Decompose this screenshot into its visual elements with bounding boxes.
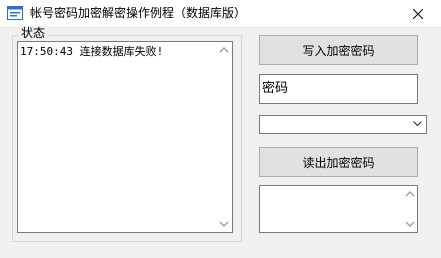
password-dropdown[interactable] <box>259 115 427 134</box>
log-line: 17:50:43 连接数据库失败! <box>20 45 164 58</box>
chevron-down-icon[interactable] <box>413 121 422 127</box>
chevron-up-icon[interactable] <box>219 46 229 54</box>
password-input[interactable]: 密码 <box>259 74 418 104</box>
close-icon <box>413 8 423 19</box>
status-log[interactable]: 17:50:43 连接数据库失败! <box>17 41 233 233</box>
status-group-label: 状态 <box>18 26 49 40</box>
title-bar[interactable]: 帐号密码加密解密操作例程（数据库版） <box>0 0 441 28</box>
log-scrollbar[interactable] <box>216 42 232 232</box>
decrypted-output[interactable] <box>259 185 418 233</box>
app-window-icon <box>7 5 23 21</box>
app-window: 帐号密码加密解密操作例程（数据库版） 状态 17:50:43 连接数据库失败! … <box>0 0 441 258</box>
write-encrypted-password-button[interactable]: 写入加密密码 <box>259 35 418 65</box>
chevron-up-icon[interactable] <box>405 190 415 198</box>
chevron-down-icon[interactable] <box>405 220 415 228</box>
read-encrypted-password-button[interactable]: 读出加密密码 <box>259 147 418 177</box>
output-scrollbar[interactable] <box>402 186 417 232</box>
close-button[interactable] <box>395 0 441 27</box>
window-title: 帐号密码加密解密操作例程（数据库版） <box>30 6 247 20</box>
chevron-down-icon[interactable] <box>219 220 229 228</box>
